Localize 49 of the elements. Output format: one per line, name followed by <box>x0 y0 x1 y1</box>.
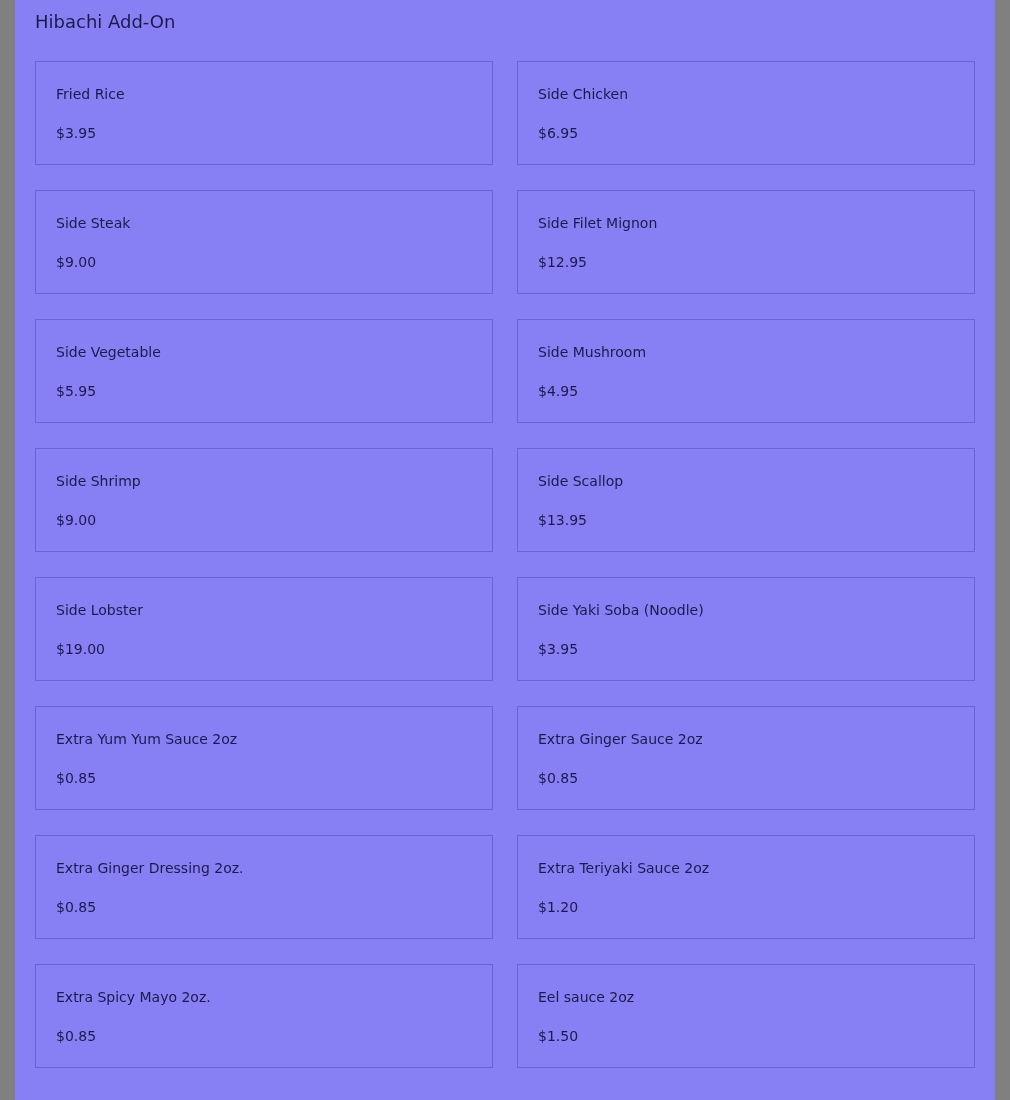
item-name: Side Filet Mignon <box>538 214 658 233</box>
menu-item-card[interactable]: Extra Teriyaki Sauce 2oz $1.20 <box>517 835 975 939</box>
item-price: $1.50 <box>538 1027 579 1046</box>
item-price: $3.95 <box>538 640 579 659</box>
item-price: $0.85 <box>56 898 97 917</box>
item-price: $4.95 <box>538 382 579 401</box>
menu-item-card[interactable]: Side Steak $9.00 <box>35 190 493 294</box>
item-name: Side Mushroom <box>538 343 647 362</box>
item-price: $12.95 <box>538 253 587 272</box>
item-price: $0.85 <box>538 769 579 788</box>
menu-item-card[interactable]: Extra Yum Yum Sauce 2oz $0.85 <box>35 706 493 810</box>
menu-item-card[interactable]: Side Chicken $6.95 <box>517 61 975 165</box>
menu-item-card[interactable]: Extra Spicy Mayo 2oz. $0.85 <box>35 964 493 1068</box>
section-title: Hibachi Add-On <box>35 10 176 34</box>
menu-item-card[interactable]: Eel sauce 2oz $1.50 <box>517 964 975 1068</box>
item-price: $9.00 <box>56 253 97 272</box>
item-name: Side Chicken <box>538 85 629 104</box>
item-price: $0.85 <box>56 1027 97 1046</box>
item-name: Extra Spicy Mayo 2oz. <box>56 988 211 1007</box>
item-name: Extra Ginger Dressing 2oz. <box>56 859 244 878</box>
menu-item-card[interactable]: Side Scallop $13.95 <box>517 448 975 552</box>
item-price: $3.95 <box>56 124 97 143</box>
item-name: Side Shrimp <box>56 472 141 491</box>
item-name: Side Steak <box>56 214 131 233</box>
item-price: $1.20 <box>538 898 579 917</box>
item-name: Extra Yum Yum Sauce 2oz <box>56 730 238 749</box>
item-price: $0.85 <box>56 769 97 788</box>
item-name: Extra Teriyaki Sauce 2oz <box>538 859 710 878</box>
menu-item-card[interactable]: Extra Ginger Sauce 2oz $0.85 <box>517 706 975 810</box>
menu-item-card[interactable]: Side Filet Mignon $12.95 <box>517 190 975 294</box>
menu-item-card[interactable]: Fried Rice $3.95 <box>35 61 493 165</box>
menu-item-card[interactable]: Side Lobster $19.00 <box>35 577 493 681</box>
menu-item-card[interactable]: Side Vegetable $5.95 <box>35 319 493 423</box>
item-name: Side Vegetable <box>56 343 161 362</box>
item-name: Side Lobster <box>56 601 143 620</box>
item-name: Side Scallop <box>538 472 624 491</box>
item-name: Eel sauce 2oz <box>538 988 635 1007</box>
menu-item-card[interactable]: Side Mushroom $4.95 <box>517 319 975 423</box>
item-price: $5.95 <box>56 382 97 401</box>
menu-item-card[interactable]: Side Shrimp $9.00 <box>35 448 493 552</box>
item-price: $13.95 <box>538 511 587 530</box>
item-name: Fried Rice <box>56 85 125 104</box>
item-name: Side Yaki Soba (Noodle) <box>538 601 704 620</box>
menu-item-card[interactable]: Side Yaki Soba (Noodle) $3.95 <box>517 577 975 681</box>
item-price: $9.00 <box>56 511 97 530</box>
item-name: Extra Ginger Sauce 2oz <box>538 730 703 749</box>
item-price: $19.00 <box>56 640 105 659</box>
item-price: $6.95 <box>538 124 579 143</box>
menu-item-card[interactable]: Extra Ginger Dressing 2oz. $0.85 <box>35 835 493 939</box>
